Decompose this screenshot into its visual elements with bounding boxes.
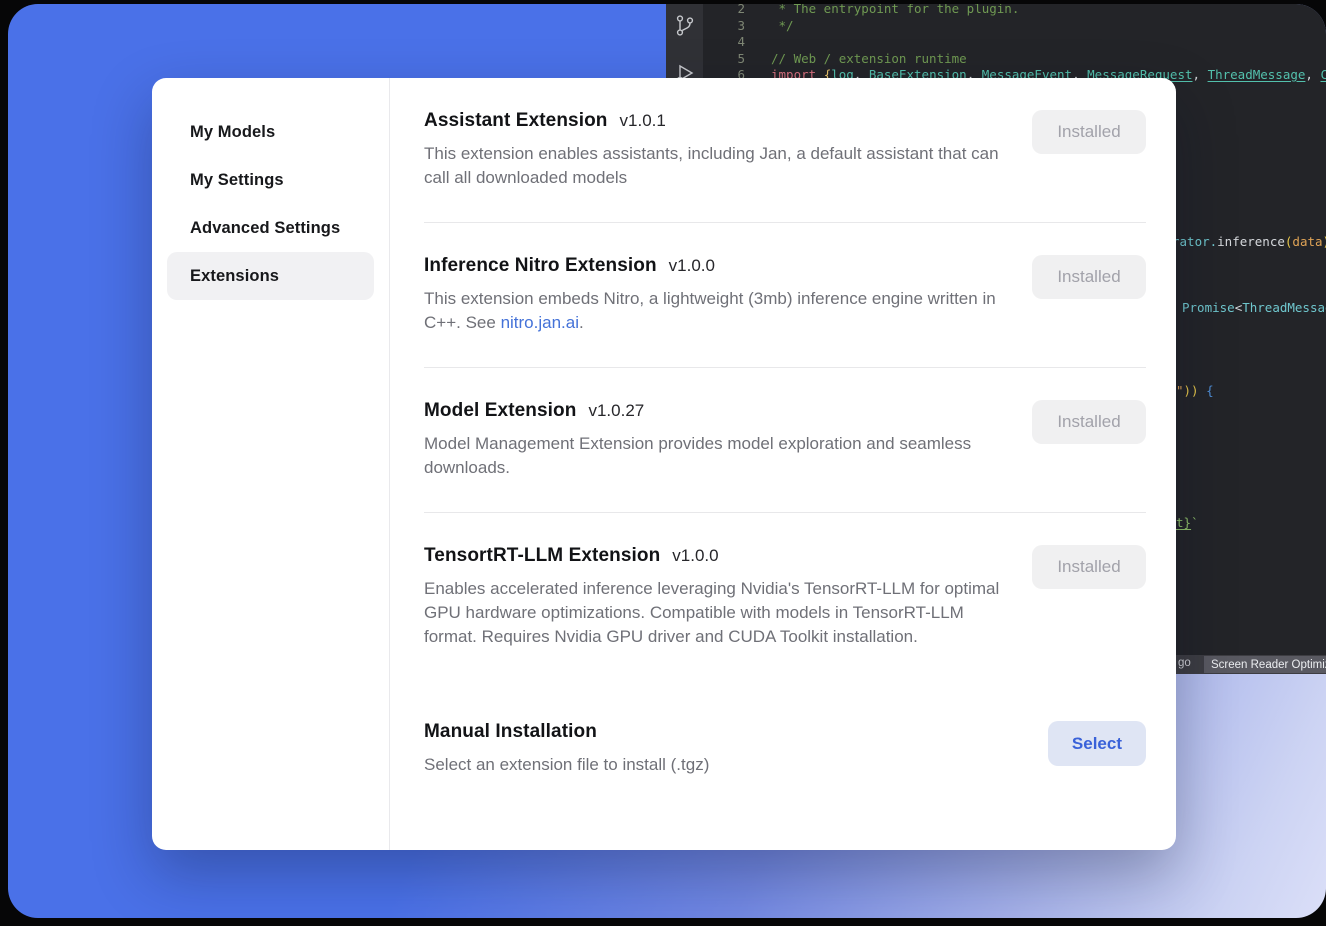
extension-version: v1.0.27 [588, 401, 644, 421]
extension-description: Model Management Extension provides mode… [424, 432, 1002, 480]
code-line: 3 */ [703, 18, 1326, 35]
code-line: 4 [703, 34, 1326, 51]
code-token: data [1292, 234, 1322, 249]
extension-row: Inference Nitro Extension v1.0.0 This exte… [424, 223, 1146, 368]
code-token: inference [1217, 234, 1285, 249]
code-token: Promise [1182, 300, 1235, 315]
extension-row: Model Extension v1.0.27 Model Management E… [424, 368, 1146, 513]
extension-description: Enables accelerated inference leveraging… [424, 577, 1002, 649]
extension-row: TensortRT-LLM Extension v1.0.0 Enables acc… [424, 513, 1146, 681]
extension-link[interactable]: nitro.jan.ai [501, 313, 579, 332]
sidebar-item-my-models[interactable]: My Models [167, 108, 374, 156]
code-line: 5 // Web / extension runtime [703, 51, 1326, 68]
manual-installation-row: Manual Installation Select an extension … [424, 681, 1146, 777]
extension-info: Assistant Extension v1.0.1 This extension … [424, 110, 1032, 190]
code-token: ` [1191, 515, 1199, 530]
code-line: 2 * The entrypoint for the plugin. [703, 4, 1326, 18]
extension-version: v1.0.1 [620, 111, 666, 131]
manual-installation-description: Select an extension file to install (.tg… [424, 753, 1002, 777]
code-token: */ [771, 18, 794, 33]
sidebar-item-my-settings[interactable]: My Settings [167, 156, 374, 204]
screen-reader-status-item[interactable]: Screen Reader Optimize [1204, 656, 1326, 673]
extension-description: This extension embeds Nitro, a lightweig… [424, 287, 1002, 335]
extension-version: v1.0.0 [669, 256, 715, 276]
code-token: , [1193, 67, 1208, 82]
sidebar-item-advanced-settings[interactable]: Advanced Settings [167, 204, 374, 252]
line-number: 3 [703, 18, 745, 35]
sidebar-item-extensions[interactable]: Extensions [167, 252, 374, 300]
extension-title: TensortRT-LLM Extension [424, 545, 660, 567]
installed-button[interactable]: Installed [1032, 255, 1146, 299]
line-number: 2 [703, 4, 745, 18]
source-control-icon[interactable] [674, 14, 696, 38]
code-fragment: Promise<ThreadMessage> [1182, 300, 1326, 315]
extension-title-line: Model Extension v1.0.27 [424, 400, 1032, 422]
installed-button[interactable]: Installed [1032, 545, 1146, 589]
extension-version: v1.0.0 [672, 546, 718, 566]
extension-title: Assistant Extension [424, 110, 608, 132]
select-file-button[interactable]: Select [1048, 721, 1146, 766]
installed-button[interactable]: Installed [1032, 110, 1146, 154]
code-token: { [1199, 383, 1214, 398]
code-token: ContentType [1320, 67, 1326, 82]
extension-info: TensortRT-LLM Extension v1.0.0 Enables acc… [424, 545, 1032, 649]
extension-description: This extension enables assistants, inclu… [424, 142, 1002, 190]
code-token: ThreadMessage [1208, 67, 1306, 82]
extension-title-line: Assistant Extension v1.0.1 [424, 110, 1032, 132]
code-token: t} [1176, 515, 1191, 530]
extension-info: Inference Nitro Extension v1.0.0 This exte… [424, 255, 1032, 335]
code-fragment: rator.inference(data)); [1172, 234, 1326, 249]
line-number: 5 [703, 51, 745, 68]
code-token: )) [1184, 383, 1199, 398]
extension-info: Model Extension v1.0.27 Model Management E… [424, 400, 1032, 480]
settings-modal: My ModelsMy SettingsAdvanced SettingsExt… [152, 78, 1176, 850]
extension-title-line: Inference Nitro Extension v1.0.0 [424, 255, 1032, 277]
settings-sidebar: My ModelsMy SettingsAdvanced SettingsExt… [152, 78, 390, 850]
code-fragment: t}` [1176, 515, 1199, 530]
code-token: , [1305, 67, 1320, 82]
extensions-panel: Assistant Extension v1.0.1 This extension … [390, 78, 1176, 850]
code-token: // Web / extension runtime [771, 51, 967, 66]
manual-installation-title: Manual Installation [424, 721, 597, 743]
code-lines: 2 * The entrypoint for the plugin.3 */45… [703, 4, 1326, 84]
settings-nav: My ModelsMy SettingsAdvanced SettingsExt… [152, 108, 389, 300]
code-token: rator. [1172, 234, 1217, 249]
extension-row: Assistant Extension v1.0.1 This extension … [424, 78, 1146, 223]
app-background-panel: 2 * The entrypoint for the plugin.3 */45… [8, 4, 1326, 918]
extension-title: Inference Nitro Extension [424, 255, 657, 277]
line-number: 4 [703, 34, 745, 51]
code-text: // Web / extension runtime [771, 51, 967, 68]
code-token: )) [1323, 234, 1326, 249]
code-fragment: ")) { [1176, 383, 1214, 398]
extension-list: Assistant Extension v1.0.1 This extension … [424, 78, 1146, 681]
code-token: * The entrypoint for the plugin. [771, 4, 1019, 16]
extension-title: Model Extension [424, 400, 576, 422]
extension-title-line: TensortRT-LLM Extension v1.0.0 [424, 545, 1032, 567]
code-text: * The entrypoint for the plugin. [771, 4, 1019, 18]
code-text: */ [771, 18, 794, 35]
code-token: " [1176, 383, 1184, 398]
status-bar-text: go [1178, 657, 1191, 669]
installed-button[interactable]: Installed [1032, 400, 1146, 444]
code-token: ThreadMessage [1242, 300, 1326, 315]
